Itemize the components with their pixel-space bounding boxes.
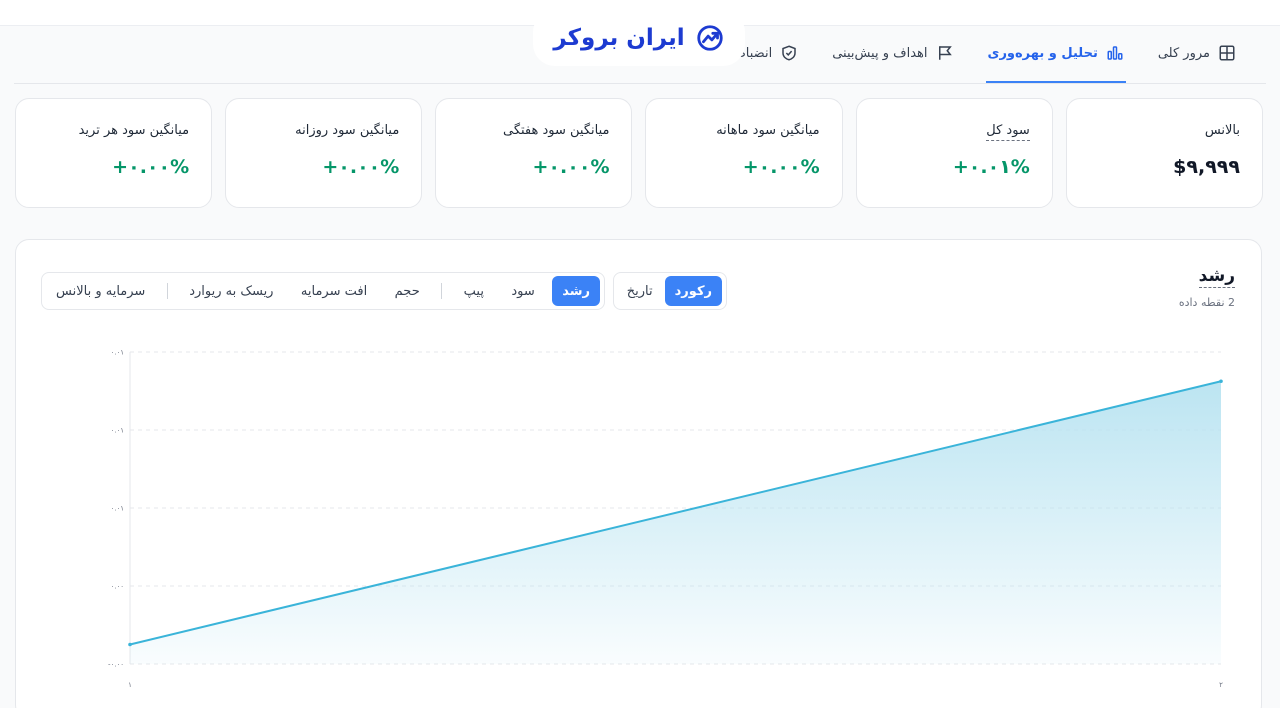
flag-icon xyxy=(938,46,952,60)
x-tick-label: ۱ xyxy=(128,681,132,689)
grid-icon xyxy=(1219,45,1235,61)
tab-goals[interactable]: اهداف و پیش‌بینی xyxy=(830,25,955,83)
tab-overview[interactable]: مرور کلی xyxy=(1156,25,1238,83)
tab-overview-label: مرور کلی xyxy=(1157,45,1210,61)
stat-card-value: +۰.۰۰% xyxy=(532,156,610,178)
trend-up-icon xyxy=(696,25,723,51)
stat-card-label: میانگین سود ماهانه xyxy=(716,123,820,138)
y-tick-label: ۰.۰۱ xyxy=(110,505,124,513)
stat-card-label: میانگین سود هر ترید xyxy=(78,123,190,138)
growth-chart: ۰.۰۱ ۰.۰۱ ۰.۰۱ ۰.۰۰ -۰.۰۰ ۱ ۲ xyxy=(108,349,1223,690)
tab-goals-label: اهداف و پیش‌بینی xyxy=(832,45,928,61)
stat-card-per-trade-profit: میانگین سود هر ترید +۰.۰۰% xyxy=(14,98,213,208)
stat-card-label: میانگین سود روزانه xyxy=(295,123,400,138)
data-point xyxy=(128,642,132,647)
stat-card-monthly-profit: میانگین سود ماهانه +۰.۰۰% xyxy=(645,98,843,208)
x-tick-label: ۲ xyxy=(1219,681,1223,689)
y-tick-label: ۰.۰۱ xyxy=(110,427,124,435)
y-tick-label: ۰.۰۱ xyxy=(110,349,124,357)
y-tick-label: ۰.۰۰ xyxy=(110,583,124,591)
stat-card-value: +۰.۰۰% xyxy=(112,156,190,178)
stat-card-value: +۰.۰۰% xyxy=(742,156,820,178)
stat-cards: بالانس $۹,۹۹۹ سود کل +۰.۰۱% میانگین سود … xyxy=(14,98,1263,208)
y-tick-label: -۰.۰۰ xyxy=(108,661,124,669)
stat-card-label[interactable]: سود کل xyxy=(986,123,1030,141)
stat-card-daily-profit: میانگین سود روزانه +۰.۰۰% xyxy=(225,98,423,208)
growth-area xyxy=(130,381,1221,664)
growth-chart-panel: رشد 2 نقطه داده رکورد تاریخ رشد سود پیپ … xyxy=(15,239,1262,708)
stat-card-value: +۰.۰۱% xyxy=(952,156,1030,178)
stat-card-label: میانگین سود هفتگی xyxy=(502,123,610,138)
stat-card-weekly-profit: میانگین سود هفتگی +۰.۰۰% xyxy=(435,98,633,208)
page: مرور کلی تحلیل و بهره‌وری اهداف و پیش‌بی… xyxy=(0,26,1280,708)
brand-logo: ایران بروکر xyxy=(533,10,745,66)
stat-card-value: $۹,۹۹۹ xyxy=(1173,156,1240,178)
shield-icon xyxy=(782,45,796,61)
stat-card-total-profit: سود کل +۰.۰۱% xyxy=(855,98,1053,208)
tab-analysis[interactable]: تحلیل و بهره‌وری xyxy=(985,25,1126,83)
data-point xyxy=(1219,379,1223,384)
stat-card-label: بالانس xyxy=(1204,123,1240,138)
stat-card-value: +۰.۰۰% xyxy=(322,156,400,178)
tab-analysis-label: تحلیل و بهره‌وری xyxy=(987,45,1098,61)
stat-card-balance: بالانس $۹,۹۹۹ xyxy=(1065,98,1263,208)
bar-chart-icon xyxy=(1107,46,1123,60)
brand-logo-text: ایران بروکر xyxy=(553,25,685,51)
